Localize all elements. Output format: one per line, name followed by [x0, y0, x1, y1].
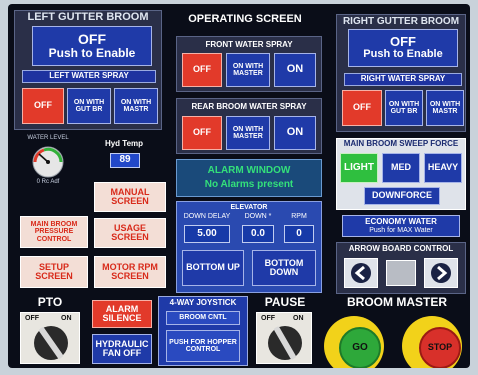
stop-button[interactable]: STOP — [400, 312, 470, 368]
pto-on-label: ON — [61, 315, 72, 322]
alarm-window-title: ALARM WINDOW — [207, 164, 291, 176]
economy-water-subtitle: Push for MAX Water — [369, 226, 433, 234]
arrow-center-button[interactable] — [386, 260, 416, 286]
right-spray-mastr-button[interactable]: ON WITH MASTR — [426, 90, 464, 126]
bottom-down-button[interactable]: BOTTOM DOWN — [252, 250, 316, 286]
left-gutter-state: OFF — [78, 31, 106, 48]
light-force-button[interactable]: LIGHT — [340, 153, 378, 183]
arrow-board-title: ARROW BOARD CONTROL — [348, 243, 454, 253]
broom-master-title: BROOM MASTER — [347, 294, 447, 309]
elevator-rpm-value: 0 — [284, 225, 314, 243]
water-level-sublabel: 0 Rc Adf — [36, 179, 60, 186]
arrow-left-button[interactable] — [344, 258, 378, 288]
hyd-temp-label: Hyd Temp — [104, 138, 144, 148]
stop-label: STOP — [427, 342, 453, 353]
arrow-right-button[interactable] — [424, 258, 458, 288]
economy-water-title: ECONOMY WATER — [365, 217, 437, 227]
right-gutter-title: RIGHT GUTTER BROOM — [342, 15, 460, 27]
heavy-force-button[interactable]: HEAVY — [424, 153, 462, 183]
pto-off-label: OFF — [25, 315, 39, 322]
rear-spray-master-button[interactable]: ON WITH MASTER — [226, 116, 270, 150]
left-gutter-enable-button[interactable]: OFF Push to Enable — [32, 26, 152, 66]
arrow-right-icon — [431, 263, 451, 283]
motor-rpm-screen-button[interactable]: MOTOR RPM SCREEN — [94, 256, 166, 288]
right-spray-off-button[interactable]: OFF — [342, 90, 382, 126]
hyd-temp-value: 89 — [110, 153, 140, 168]
rear-spray-on-button[interactable]: ON — [274, 116, 316, 150]
alarm-window: ALARM WINDOW No Alarms present — [176, 159, 322, 197]
manual-screen-button[interactable]: MANUAL SCREEN — [94, 182, 166, 212]
economy-water-button[interactable]: ECONOMY WATER Push for MAX Water — [342, 215, 460, 237]
alarm-status-text: No Alarms present — [204, 178, 294, 190]
right-gutter-enable-label: Push to Enable — [363, 48, 443, 61]
right-spray-gut-br-button[interactable]: ON WITH GUT BR — [385, 90, 423, 126]
elevator-delay-value[interactable]: 5.00 — [184, 225, 230, 243]
elevator-down-value[interactable]: 0.0 — [242, 225, 274, 243]
sweep-force-title: MAIN BROOM SWEEP FORCE — [343, 139, 459, 149]
downforce-button[interactable]: DOWNFORCE — [364, 187, 440, 205]
pause-title: PAUSE — [264, 294, 306, 309]
pause-on-label: ON — [293, 315, 304, 322]
right-water-spray-title: RIGHT WATER SPRAY — [344, 73, 462, 86]
front-spray-on-button[interactable]: ON — [274, 53, 316, 87]
pto-knob-icon — [34, 326, 68, 360]
joystick-title: 4-WAY JOYSTICK — [169, 297, 237, 307]
pto-switch[interactable]: OFF ON — [20, 312, 80, 364]
elevator-delay-label: DOWN DELAY — [183, 212, 231, 220]
setup-screen-button[interactable]: SETUP SCREEN — [20, 256, 88, 288]
main-broom-pressure-button[interactable]: MAIN BROOM PRESSURE CONTROL — [20, 216, 88, 248]
front-spray-master-button[interactable]: ON WITH MASTER — [226, 53, 270, 87]
pause-off-label: OFF — [261, 315, 275, 322]
right-gutter-enable-button[interactable]: OFF Push to Enable — [348, 29, 458, 67]
pause-knob-icon — [268, 326, 302, 360]
elevator-down-label: DOWN * — [244, 212, 272, 220]
left-water-spray-title: LEFT WATER SPRAY — [22, 70, 156, 83]
broom-cntl-button[interactable]: BROOM CNTL — [166, 311, 240, 325]
front-spray-title: FRONT WATER SPRAY — [205, 39, 293, 49]
operating-screen-title: OPERATING SCREEN — [188, 13, 302, 26]
go-button[interactable]: GO — [322, 312, 390, 368]
front-spray-off-button[interactable]: OFF — [182, 53, 222, 87]
arrow-left-icon — [351, 263, 371, 283]
hopper-control-button[interactable]: PUSH FOR HOPPER CONTROL — [166, 330, 240, 362]
elevator-title: ELEVATOR — [230, 203, 268, 211]
hmi-screen: LEFT GUTTER BROOM OFF Push to Enable LEF… — [8, 4, 470, 368]
usage-screen-button[interactable]: USAGE SCREEN — [94, 218, 166, 248]
rear-spray-title: REAR BROOM WATER SPRAY — [191, 101, 307, 111]
left-gutter-enable-label: Push to Enable — [48, 46, 136, 61]
pause-switch[interactable]: OFF ON — [256, 312, 312, 364]
hydraulic-fan-button[interactable]: HYDRAULIC FAN OFF — [92, 334, 152, 364]
left-spray-off-button[interactable]: OFF — [22, 88, 64, 124]
elevator-rpm-label: RPM — [291, 212, 307, 220]
left-gutter-title: LEFT GUTTER BROOM — [27, 11, 149, 24]
left-spray-gut-br-button[interactable]: ON WITH GUT BR — [67, 88, 111, 124]
water-level-gauge: WATER LEVEL 0 Rc Adf — [20, 134, 76, 186]
bottom-up-button[interactable]: BOTTOM UP — [182, 250, 244, 286]
pto-title: PTO — [37, 294, 63, 309]
alarm-silence-button[interactable]: ALARM SILENCE — [92, 300, 152, 328]
med-force-button[interactable]: MED — [382, 153, 420, 183]
gauge-dial-icon — [32, 146, 64, 178]
rear-spray-off-button[interactable]: OFF — [182, 116, 222, 150]
left-spray-mastr-button[interactable]: ON WITH MASTR — [114, 88, 158, 124]
right-gutter-state: OFF — [390, 34, 416, 50]
go-label: GO — [352, 341, 368, 353]
